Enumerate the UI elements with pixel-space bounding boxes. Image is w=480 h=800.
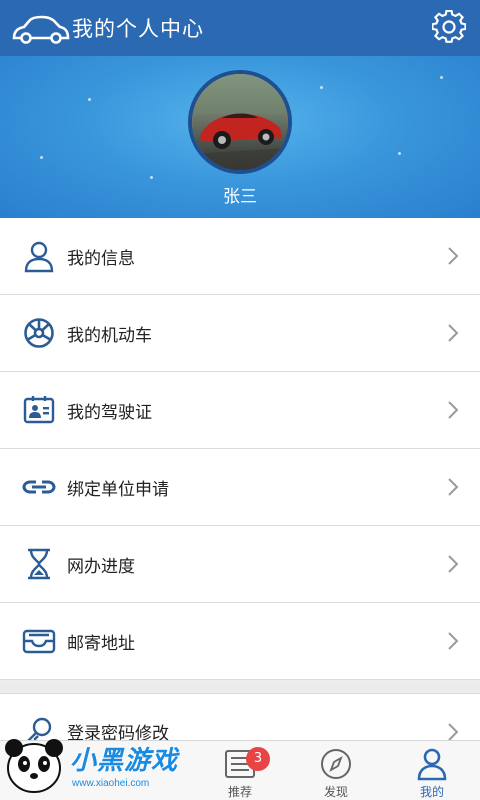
sparkle [320,86,323,89]
tab-discover[interactable]: 发现 [288,741,384,800]
menu-item-label: 我的驾驶证 [67,402,152,423]
chevron-right-icon [448,401,459,419]
menu-item-progress[interactable]: 网办进度 [0,526,480,603]
menu-list: 我的信息 我的机动车 我的驾驶证 绑定单位申请 网办进度 邮寄地址 [0,218,480,680]
tab-recommend[interactable]: 3 推荐 [192,741,288,800]
menu-item-my-vehicle[interactable]: 我的机动车 [0,295,480,372]
avatar[interactable] [188,70,292,174]
menu-item-label: 我的信息 [67,248,135,269]
car-icon [12,15,70,44]
chevron-right-icon [448,555,459,573]
panda-mascot [5,739,63,793]
chevron-right-icon [448,247,459,265]
sparkle [440,76,443,79]
top-app-bar: 我的个人中心 [0,0,480,56]
sparkle [40,156,43,159]
notification-badge: 3 [246,747,270,771]
chevron-right-icon [448,478,459,496]
menu-item-my-info[interactable]: 我的信息 [0,218,480,295]
profile-header: 张三 [0,56,480,218]
sparkle [88,98,91,101]
chevron-right-icon [448,632,459,650]
menu-item-label: 网办进度 [67,556,135,577]
menu-item-label: 绑定单位申请 [67,479,169,500]
menu-item-label: 我的机动车 [67,325,152,346]
watermark-text: 小黑游戏 [70,746,179,776]
menu-item-my-license[interactable]: 我的驾驶证 [0,372,480,449]
hourglass-icon [28,548,50,580]
section-divider [0,682,480,694]
user-name: 张三 [223,187,257,207]
id-card-icon [23,396,55,424]
watermark: 小黑游戏 www.xiaohei.com [0,718,200,800]
sparkle [398,152,401,155]
tab-label: 发现 [323,785,348,799]
compass-icon [321,749,351,779]
tab-mine[interactable]: 我的 [384,741,480,800]
mail-icon [22,629,56,654]
link-icon [22,480,56,494]
red-sports-car-photo [192,74,288,170]
steering-wheel-icon [24,318,54,348]
menu-item-bind-unit[interactable]: 绑定单位申请 [0,449,480,526]
sparkle [150,176,153,179]
user-icon [24,241,54,273]
menu-item-label: 邮寄地址 [67,633,135,654]
watermark-url: www.xiaohei.com [72,778,150,789]
page-title: 我的个人中心 [72,17,204,41]
gear-icon[interactable] [432,10,466,44]
menu-item-mail-address[interactable]: 邮寄地址 [0,603,480,680]
tab-label: 我的 [419,785,444,799]
chevron-right-icon [448,324,459,342]
tab-label: 推荐 [227,785,252,799]
person-icon [417,748,447,781]
